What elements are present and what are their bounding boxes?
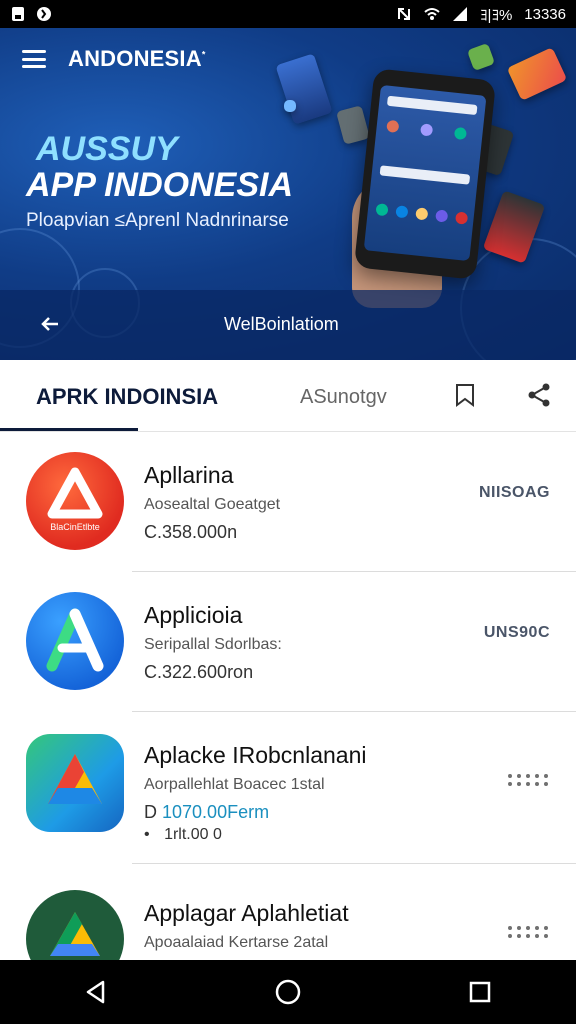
app-icon-label: BlaCinEtlbte [50, 522, 100, 532]
hero-title-line1: AUSSUY [36, 130, 178, 168]
list-item[interactable]: BlaCinEtlbte Apllarina Aosealtal Goeatge… [0, 432, 576, 572]
active-tab-indicator [0, 428, 138, 431]
back-arrow-icon[interactable] [38, 312, 62, 336]
gradient-a-app-icon [26, 734, 124, 832]
app-size-value: 1070.00Ferm [162, 802, 270, 822]
hero-title-line2: APP INDONESIA [26, 166, 294, 204]
more-options-icon[interactable] [508, 774, 548, 788]
bullet: • [144, 826, 150, 843]
hero-link[interactable]: WelBoinlatiom [224, 314, 339, 335]
more-options-icon[interactable] [508, 926, 548, 940]
app-developer: Aosealtal Goeatget [144, 496, 281, 513]
sd-card-icon [12, 7, 24, 21]
app-downloads-value: 1rlt.00 0 [164, 826, 222, 843]
app-name: Aplacke IRobcnlanani [144, 742, 367, 768]
floating-app-icon [466, 42, 496, 72]
app-downloads: • 1rlt.00 0 [144, 826, 222, 844]
blue-a-app-icon [26, 592, 124, 690]
floating-app-screenshot [275, 53, 333, 125]
install-button[interactable]: UNS90C [484, 624, 550, 642]
hero-banner: ANDONESIA* AUSSUY APP INDONESIA Ploapvia… [0, 28, 576, 360]
app-developer: Seripallal Sdorlbas: [144, 636, 282, 653]
wifi-icon [424, 8, 440, 20]
status-bar: ﾖ|ﾖ% 13336 [0, 0, 576, 28]
bookmark-icon[interactable] [452, 382, 478, 408]
home-icon[interactable] [268, 972, 308, 1012]
tab-bar: APRK INDOINSIA ASunotgv [0, 360, 576, 432]
hero-subtitle: Ploapvian ≤Aprenl Nadnrinarse [26, 210, 289, 231]
app-developer: Apoaalaiad Kertarse 2atal [144, 934, 329, 951]
hamburger-menu-icon[interactable] [22, 50, 46, 68]
floating-app-icon [284, 100, 296, 112]
notification-icon [37, 7, 51, 21]
floating-phone [336, 105, 370, 145]
app-list: BlaCinEtlbte Apllarina Aosealtal Goeatge… [0, 432, 576, 1004]
clock: 13336 [524, 5, 566, 23]
checkbox-icon: D [144, 802, 157, 822]
install-button[interactable]: NIISOAG [479, 484, 550, 502]
share-icon[interactable] [526, 382, 552, 408]
app-size: C.358.000n [144, 522, 238, 542]
list-item[interactable]: Aplacke IRobcnlanani Aorpallehlat Boacec… [0, 712, 576, 864]
system-nav-bar [0, 960, 576, 1024]
app-developer: Aorpallehlat Boacec 1stal [144, 776, 325, 793]
app-brand: ANDONESIA* [68, 46, 206, 71]
app-size: D 1070.00Ferm [144, 802, 269, 823]
app-name: Apllarina [144, 462, 234, 488]
nfc-icon [398, 8, 411, 20]
phone-illustration [353, 68, 497, 280]
app-name: Applagar Aplahletiat [144, 900, 349, 926]
signal-icon [453, 7, 468, 21]
app-name: Applicioia [144, 602, 243, 628]
red-triangle-app-icon: BlaCinEtlbte [26, 452, 124, 550]
recents-icon[interactable] [460, 972, 500, 1012]
list-item[interactable]: Applicioia Seripallal Sdorlbas: C.322.60… [0, 572, 576, 712]
back-icon[interactable] [76, 972, 116, 1012]
floating-app-screenshot [506, 47, 568, 101]
hero-footer-bar: WelBoinlatiom [0, 290, 576, 360]
battery-level: ﾖ|ﾖ% [480, 6, 513, 24]
app-size: C.322.600ron [144, 662, 254, 682]
tab-apps-indonesia[interactable]: APRK INDOINSIA [36, 384, 218, 410]
tab-secondary[interactable]: ASunotgv [300, 386, 387, 409]
